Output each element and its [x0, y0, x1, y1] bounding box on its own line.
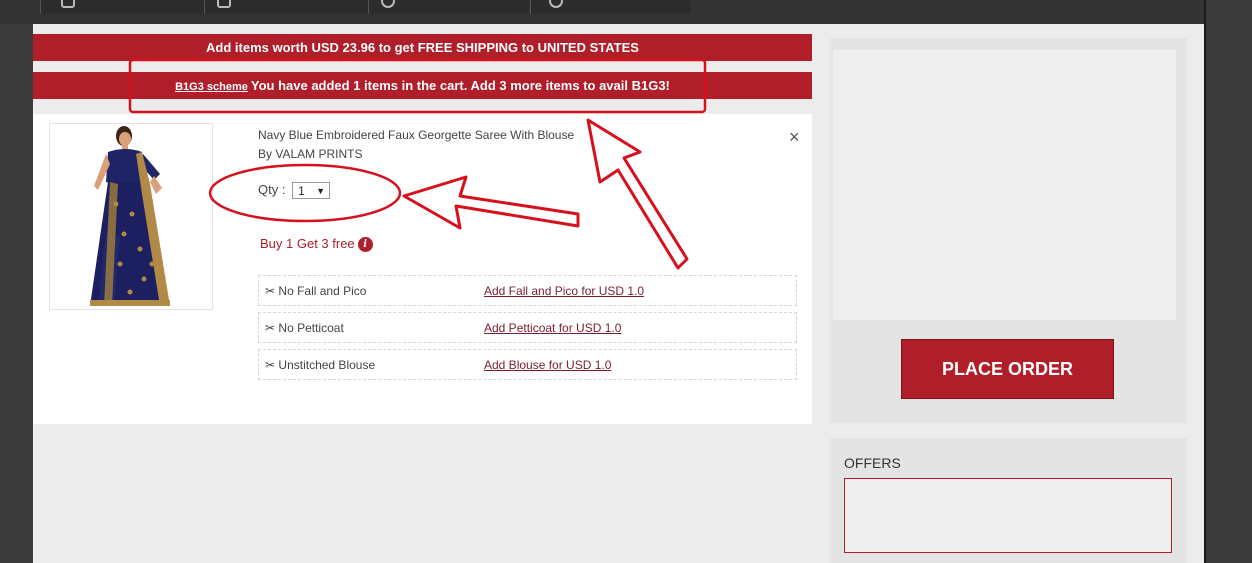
scissors-icon: ✂	[265, 321, 276, 335]
saree-product-photo	[50, 124, 212, 309]
tag-icon	[549, 0, 563, 8]
add-petticoat-link[interactable]: Add Petticoat for USD 1.0	[484, 321, 621, 335]
top-nav-item-2[interactable]	[204, 0, 368, 14]
order-summary-box: PLACE ORDER	[830, 38, 1187, 423]
addon-label: ✂ No Fall and Pico	[265, 284, 367, 298]
offer-text: Buy 1 Get 3 free	[260, 236, 355, 251]
offers-input[interactable]	[844, 478, 1172, 553]
shield-icon	[61, 0, 75, 8]
qty-label: Qty :	[258, 182, 286, 197]
frame-left	[0, 0, 33, 563]
add-fall-pico-link[interactable]: Add Fall and Pico for USD 1.0	[484, 284, 644, 298]
scissors-icon: ✂	[265, 284, 276, 298]
offer-line: Buy 1 Get 3 free i	[260, 236, 373, 253]
scissors-icon: ✂	[265, 358, 276, 372]
product-seller: By VALAM PRINTS	[258, 147, 363, 161]
top-nav-item-1[interactable]	[40, 0, 204, 14]
free-shipping-banner: Add items worth USD 23.96 to get FREE SH…	[33, 34, 812, 61]
cart-item-panel: Navy Blue Embroidered Faux Georgette Sar…	[33, 114, 812, 424]
scheme-link[interactable]: B1G3 scheme	[175, 81, 248, 93]
truck-icon	[217, 0, 231, 8]
quantity-row: Qty : 1 ▼	[258, 182, 331, 200]
top-nav-bar	[0, 0, 1204, 24]
info-icon[interactable]: i	[357, 237, 373, 253]
scheme-text: You have added 1 items in the cart. Add …	[250, 78, 670, 93]
offers-title: OFFERS	[844, 455, 901, 471]
add-blouse-link[interactable]: Add Blouse for USD 1.0	[484, 358, 611, 372]
addon-row-blouse: ✂ Unstitched Blouse Add Blouse for USD 1…	[258, 349, 797, 380]
dropdown-arrow-icon: ▼	[316, 186, 326, 197]
frame-right	[1204, 0, 1252, 563]
qty-value: 1	[298, 184, 305, 199]
globe-icon	[381, 0, 395, 8]
product-title[interactable]: Navy Blue Embroidered Faux Georgette Sar…	[258, 128, 574, 142]
top-nav-item-3[interactable]	[368, 0, 529, 14]
product-image[interactable]	[49, 123, 213, 310]
top-nav-item-4[interactable]	[530, 0, 691, 14]
order-summary-area	[833, 50, 1176, 320]
offers-box: OFFERS	[830, 438, 1187, 563]
quantity-select[interactable]: 1 ▼	[292, 182, 331, 200]
remove-item-button[interactable]: ×	[789, 128, 800, 146]
addon-row-petticoat: ✂ No Petticoat Add Petticoat for USD 1.0	[258, 312, 797, 343]
free-shipping-text: Add items worth USD 23.96 to get FREE SH…	[206, 40, 639, 55]
addon-label: ✂ Unstitched Blouse	[265, 358, 376, 372]
addon-row-fall-pico: ✂ No Fall and Pico Add Fall and Pico for…	[258, 275, 797, 306]
addon-label: ✂ No Petticoat	[265, 321, 344, 335]
scheme-banner: B1G3 scheme You have added 1 items in the…	[33, 72, 812, 99]
place-order-button[interactable]: PLACE ORDER	[901, 339, 1114, 399]
